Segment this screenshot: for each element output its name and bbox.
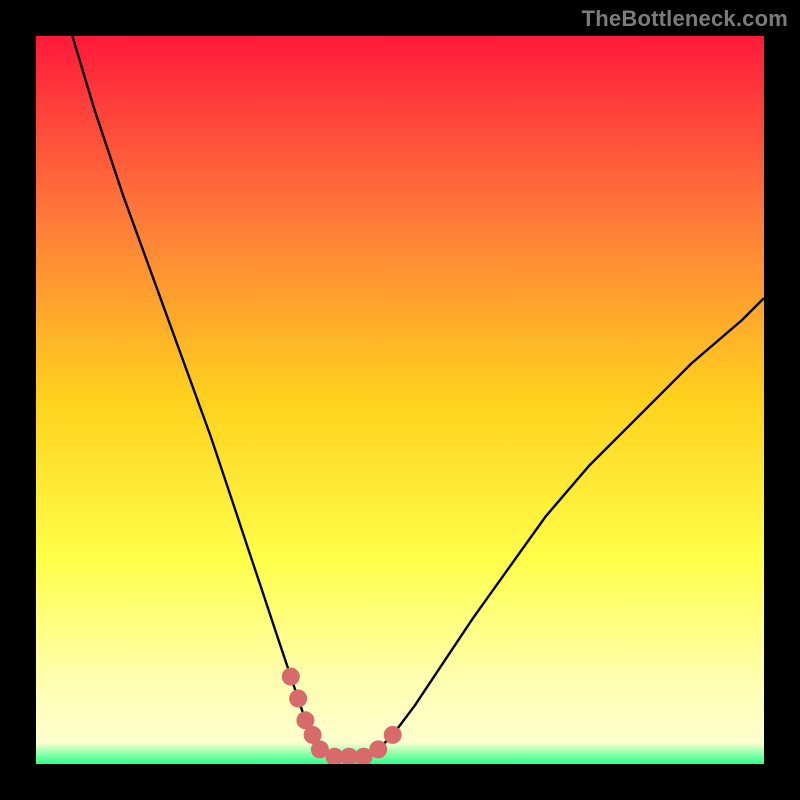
plot-area <box>36 36 764 764</box>
watermark-text: TheBottleneck.com <box>582 6 788 32</box>
highlight-marker <box>282 668 300 686</box>
chart-svg <box>36 36 764 764</box>
chart-frame: TheBottleneck.com <box>0 0 800 800</box>
highlight-marker <box>369 740 387 758</box>
highlight-marker <box>289 690 307 708</box>
highlight-marker <box>384 726 402 744</box>
